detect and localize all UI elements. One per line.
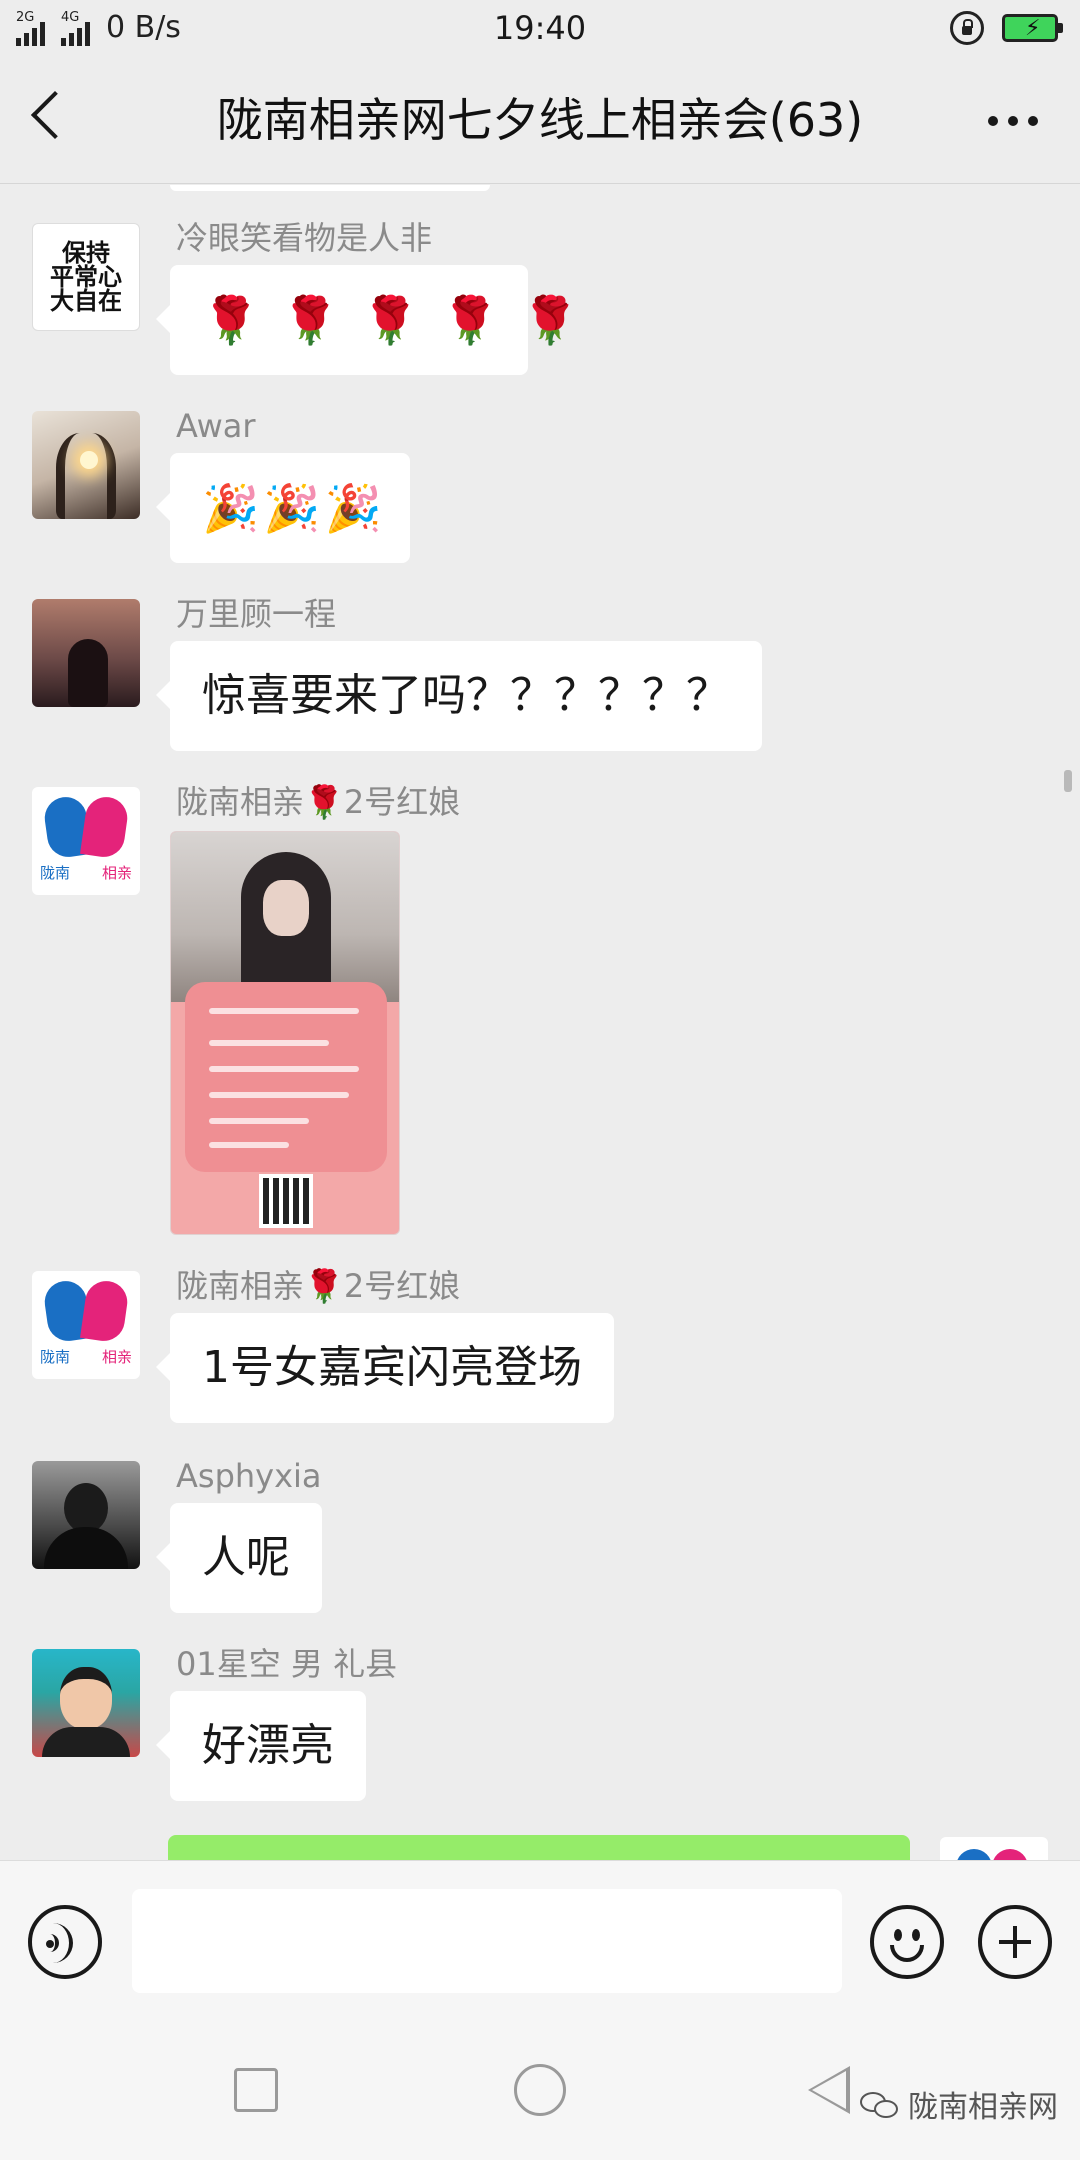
message-item: 万里顾一程 惊喜要来了吗？？？？？？: [0, 593, 1080, 751]
sender-name: Asphyxia: [176, 1457, 322, 1495]
wechat-logo-icon: [860, 2088, 900, 2120]
sender-name: Awar: [176, 407, 256, 445]
sender-name: 陇南相亲🌹2号红娘: [176, 1267, 461, 1305]
avatar-caption: 陇南: [40, 1348, 71, 1366]
sender-name: 冷眼笑看物是人非: [176, 219, 433, 257]
voice-icon[interactable]: [28, 1905, 102, 1979]
status-time: 19:40: [493, 9, 587, 47]
chat-title: 陇南相亲网七夕线上相亲会(63): [216, 93, 864, 147]
watermark: 陇南相亲网: [860, 2082, 1058, 2126]
avatar[interactable]: [32, 1649, 140, 1757]
scrollbar-thumb[interactable]: [1064, 770, 1072, 792]
message-bubble[interactable]: 🎉🎉🎉: [156, 453, 410, 563]
battery-icon: ⚡: [1002, 14, 1063, 42]
message-item: Awar 🎉🎉🎉: [0, 405, 1080, 563]
message-list[interactable]: 保持 平常心 大自在 冷眼笑看物是人非 🌹 🌹 🌹 🌹 🌹 Awar 🎉🎉🎉 万…: [0, 185, 1080, 1860]
chat-header: 陇南相亲网七夕线上相亲会(63): [0, 56, 1080, 184]
input-bar: [0, 1860, 1080, 2020]
recent-apps-square-icon[interactable]: [234, 2068, 278, 2112]
status-bar: 2G 4G 0 B/s 19:40 ⚡: [0, 0, 1080, 56]
avatar[interactable]: 保持 平常心 大自在: [32, 223, 140, 331]
avatar[interactable]: [32, 411, 140, 519]
message-bubble[interactable]: 好漂亮: [156, 1691, 366, 1801]
qr-code-icon: [259, 1174, 313, 1228]
charging-bolt-icon: ⚡: [1025, 16, 1041, 41]
avatar-caption: 相亲: [101, 1348, 132, 1366]
image-message[interactable]: [170, 831, 400, 1235]
photo-image: [171, 832, 399, 1002]
home-circle-icon[interactable]: [514, 2064, 566, 2116]
sender-name: 陇南相亲🌹2号红娘: [176, 783, 461, 821]
rotation-lock-icon: [950, 11, 984, 45]
status-right: ⚡: [950, 10, 1063, 46]
avatar[interactable]: 陇南 相亲: [32, 787, 140, 895]
message-bubble[interactable]: 1号女嘉宾闪亮登场: [156, 1313, 614, 1423]
avatar-caption: 陇南: [40, 864, 71, 882]
message-bubble[interactable]: 惊喜要来了吗？？？？？？: [156, 641, 762, 751]
sender-name: 01星空 男 礼县: [176, 1645, 398, 1683]
avatar[interactable]: 陇南 相亲: [32, 1271, 140, 1379]
own-message-bubble[interactable]: [168, 1835, 910, 1860]
back-triangle-icon[interactable]: [808, 2066, 850, 2114]
more-dots-icon[interactable]: [988, 116, 1038, 126]
smiley-icon[interactable]: [870, 1905, 944, 1979]
watermark-text: 陇南相亲网: [908, 2090, 1058, 2125]
message-item: 陇南 相亲 陇南相亲🌹2号红娘 1号女嘉宾闪亮登场: [0, 1265, 1080, 1423]
poster-image: [185, 982, 387, 1172]
avatar[interactable]: [32, 1461, 140, 1569]
plus-icon[interactable]: [978, 1905, 1052, 1979]
sender-name: 万里顾一程: [176, 595, 337, 633]
avatar[interactable]: [32, 599, 140, 707]
previous-bubble-edge: [170, 185, 490, 191]
message-input[interactable]: [132, 1889, 842, 1993]
message-item: Asphyxia 人呢: [0, 1455, 1080, 1613]
message-item: 01星空 男 礼县 好漂亮: [0, 1643, 1080, 1801]
message-bubble[interactable]: 🌹 🌹 🌹 🌹 🌹: [156, 265, 579, 375]
avatar-caption: 相亲: [101, 864, 132, 882]
own-avatar[interactable]: [940, 1837, 1048, 1860]
message-item: 陇南 相亲 陇南相亲🌹2号红娘: [0, 781, 1080, 1235]
message-bubble[interactable]: 人呢: [156, 1503, 322, 1613]
avatar-text: 大自在: [50, 286, 122, 315]
